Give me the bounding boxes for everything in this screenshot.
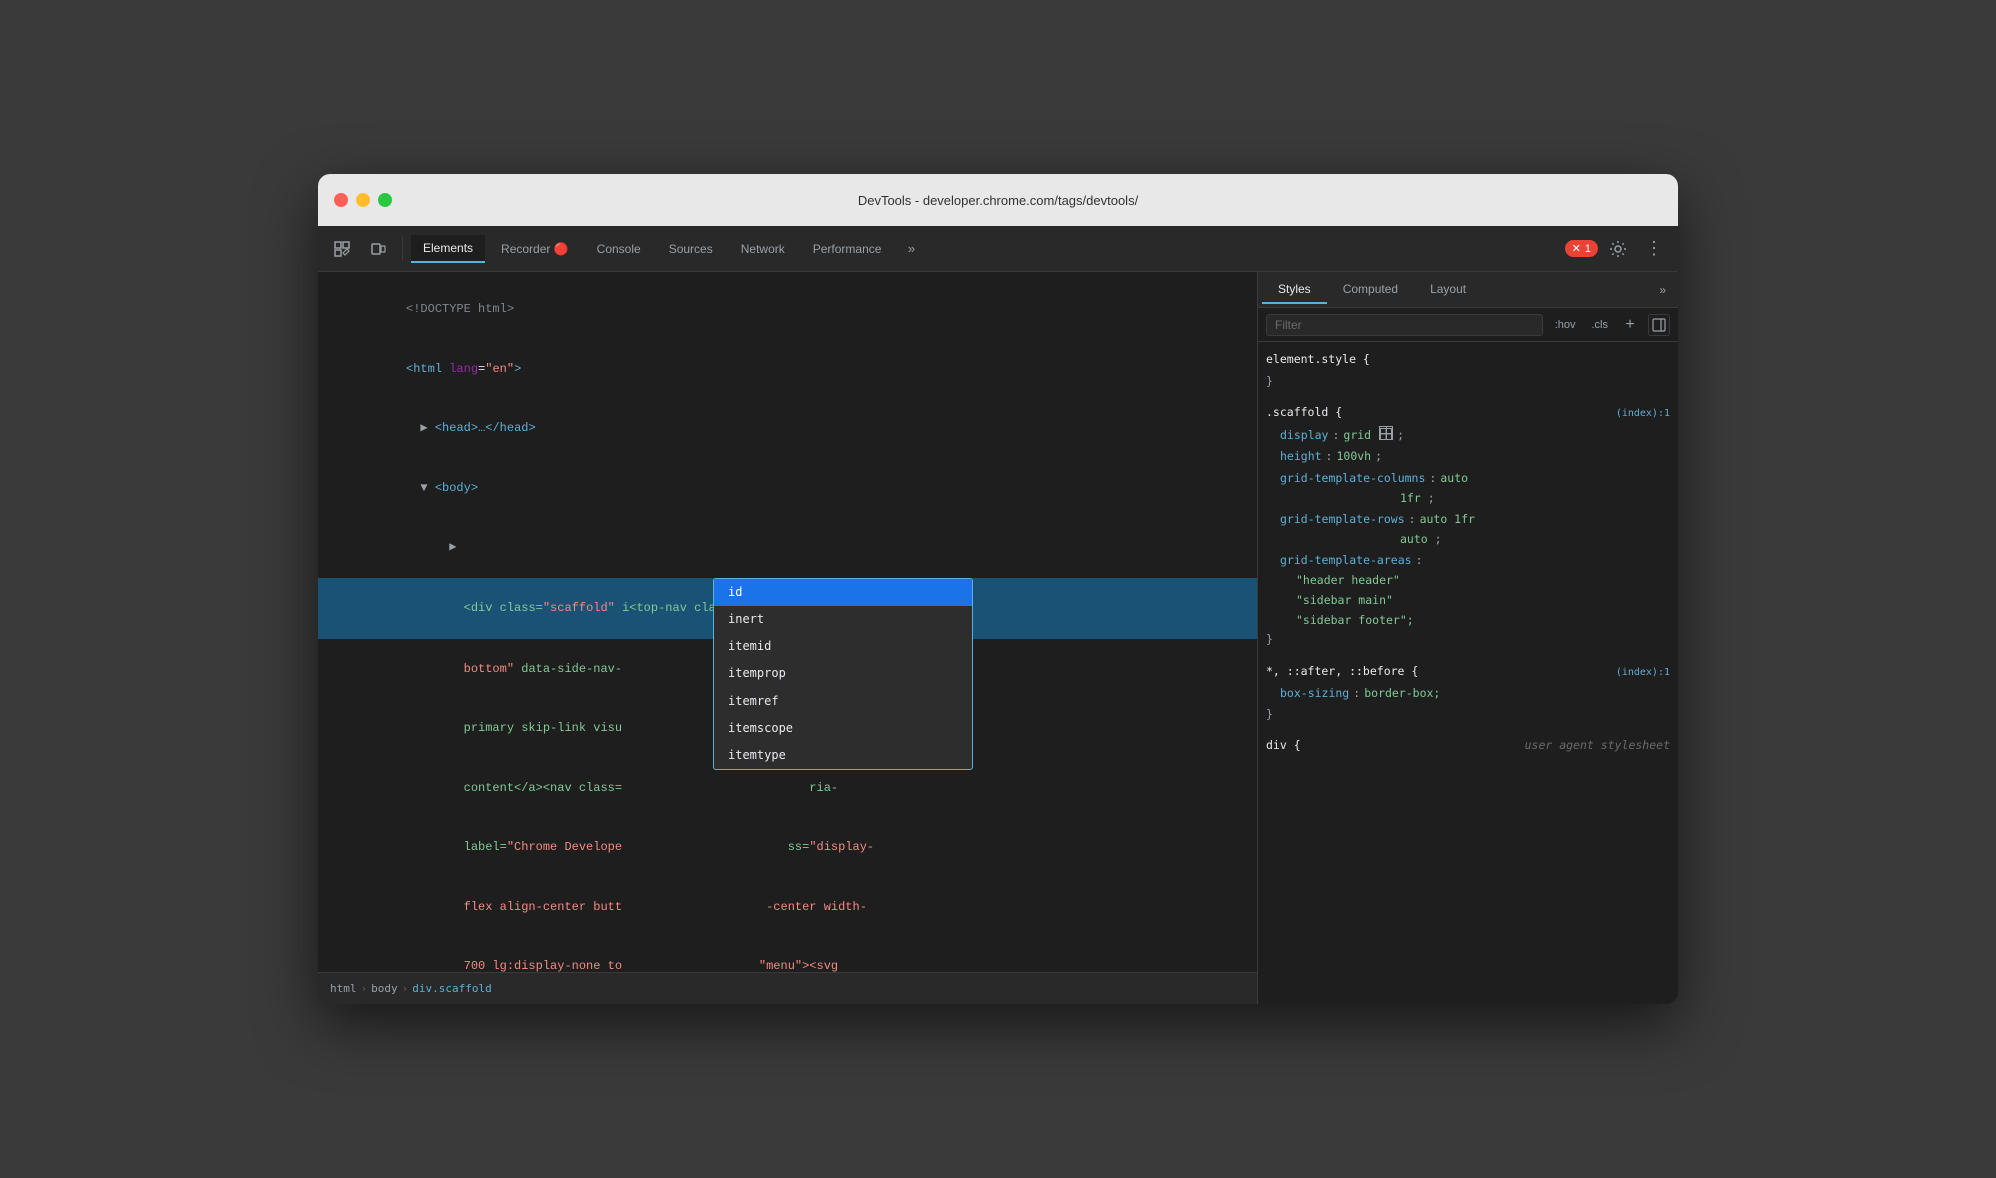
styles-content: element.style { } .scaffold { (index):1 … xyxy=(1258,342,1678,1004)
toggle-sidebar-button[interactable] xyxy=(1648,314,1670,336)
error-badge[interactable]: ✕ 1 xyxy=(1565,240,1598,257)
styles-filter-bar: :hov .cls + xyxy=(1258,308,1678,342)
tab-performance[interactable]: Performance xyxy=(801,236,894,262)
style-rule-universal: *, ::after, ::before { (index):1 box-siz… xyxy=(1266,662,1670,725)
dom-line: ▼ <body> xyxy=(318,459,1257,519)
autocomplete-container: <div class="scaffold" i<top-nav class="d… xyxy=(318,578,1257,640)
style-rule-element: element.style { } xyxy=(1266,350,1670,391)
elements-panel: <!DOCTYPE html> <html lang="en"> ▶ <head… xyxy=(318,272,1258,1004)
style-selector-universal: *, ::after, ::before { (index):1 xyxy=(1266,662,1670,682)
devtools-main: <!DOCTYPE html> <html lang="en"> ▶ <head… xyxy=(318,272,1678,1004)
autocomplete-item-itemref[interactable]: itemref xyxy=(714,688,972,715)
dom-line: label="Chrome Develope ss="display- xyxy=(318,818,1257,878)
autocomplete-item-itemprop[interactable]: itemprop xyxy=(714,660,972,687)
autocomplete-item-id[interactable]: id xyxy=(714,579,972,606)
tab-computed[interactable]: Computed xyxy=(1327,276,1414,304)
style-prop-areas-val: "header header" xyxy=(1280,571,1670,591)
style-selector-scaffold: .scaffold { (index):1 xyxy=(1266,403,1670,423)
tab-recorder[interactable]: Recorder 🔴 xyxy=(489,236,581,262)
inspect-element-button[interactable] xyxy=(326,233,358,265)
breadcrumb-item-body[interactable]: body xyxy=(371,982,398,995)
tab-network[interactable]: Network xyxy=(729,236,797,262)
tab-styles[interactable]: Styles xyxy=(1262,276,1327,304)
grid-layout-icon[interactable] xyxy=(1379,426,1393,440)
style-rule-div: div { user agent stylesheet xyxy=(1266,736,1670,756)
autocomplete-item-itemid[interactable]: itemid xyxy=(714,633,972,660)
devtools-topbar: Elements Recorder 🔴 Console Sources Netw… xyxy=(318,226,1678,272)
tab-elements[interactable]: Elements xyxy=(411,235,485,263)
traffic-lights xyxy=(334,193,392,207)
autocomplete-item-itemscope[interactable]: itemscope xyxy=(714,715,972,742)
more-tabs-button[interactable]: » xyxy=(897,235,925,263)
styles-filter-input[interactable] xyxy=(1266,314,1543,336)
dom-line: <html lang="en"> xyxy=(318,340,1257,400)
window-title: DevTools - developer.chrome.com/tags/dev… xyxy=(858,193,1138,208)
hov-filter-button[interactable]: :hov xyxy=(1551,317,1580,333)
style-file-ref[interactable]: (index):1 xyxy=(1616,405,1670,422)
style-prop-display: display : grid ; xyxy=(1280,425,1670,447)
close-button[interactable] xyxy=(334,193,348,207)
dom-line: ▶ xyxy=(318,518,1257,578)
autocomplete-item-itemtype[interactable]: itemtype xyxy=(714,742,972,769)
title-bar: DevTools - developer.chrome.com/tags/dev… xyxy=(318,174,1678,226)
style-selector: element.style { xyxy=(1266,350,1670,370)
style-rule-scaffold: .scaffold { (index):1 display : grid xyxy=(1266,403,1670,650)
minimize-button[interactable] xyxy=(356,193,370,207)
elements-content[interactable]: <!DOCTYPE html> <html lang="en"> ▶ <head… xyxy=(318,272,1257,972)
dom-line: 700 lg:display-none to "menu"><svg xyxy=(318,937,1257,972)
breadcrumb-item-scaffold[interactable]: div.scaffold xyxy=(412,982,491,995)
device-toolbar-button[interactable] xyxy=(362,233,394,265)
scaffold-style-block: display : grid ; xyxy=(1266,425,1670,630)
dom-line: <!DOCTYPE html> xyxy=(318,280,1257,340)
style-selector-div: div { user agent stylesheet xyxy=(1266,736,1670,756)
tab-layout[interactable]: Layout xyxy=(1414,276,1482,304)
tab-console[interactable]: Console xyxy=(585,236,653,262)
style-prop-rows-cont: auto ; xyxy=(1280,530,1670,550)
style-prop-box-sizing: box-sizing : border-box; xyxy=(1280,683,1670,705)
style-prop-grid-template-areas: grid-template-areas : xyxy=(1280,550,1670,572)
styles-panel: Styles Computed Layout » :hov .cls + xyxy=(1258,272,1678,1004)
add-style-rule-button[interactable]: + xyxy=(1620,315,1640,335)
styles-tabs: Styles Computed Layout » xyxy=(1258,272,1678,308)
style-prop-grid-columns-cont: 1fr ; xyxy=(1280,489,1670,509)
devtools-window: DevTools - developer.chrome.com/tags/dev… xyxy=(318,174,1678,1004)
more-options-button[interactable]: ⋮ xyxy=(1638,233,1670,265)
style-prop-height: height : 100vh ; xyxy=(1280,446,1670,468)
autocomplete-item-inert[interactable]: inert xyxy=(714,606,972,633)
style-file-ref-2[interactable]: (index):1 xyxy=(1616,664,1670,681)
maximize-button[interactable] xyxy=(378,193,392,207)
more-style-tabs[interactable]: » xyxy=(1651,279,1674,301)
style-prop-grid-template-rows: grid-template-rows : auto 1fr xyxy=(1280,509,1670,531)
style-prop-areas-val3: "sidebar footer"; xyxy=(1280,611,1670,631)
autocomplete-dropdown: id inert itemid itemprop itemref itemsco… xyxy=(713,578,973,770)
dom-line: ▶ <head>…</head> xyxy=(318,399,1257,459)
breadcrumb-item-html[interactable]: html xyxy=(330,982,357,995)
settings-button[interactable] xyxy=(1602,233,1634,265)
topbar-separator xyxy=(402,237,403,261)
dom-line: flex align-center butt -center width- xyxy=(318,878,1257,938)
tab-sources[interactable]: Sources xyxy=(657,236,725,262)
breadcrumb-bar: html › body › div.scaffold xyxy=(318,972,1257,1004)
cls-filter-button[interactable]: .cls xyxy=(1588,317,1613,333)
style-prop-areas-val2: "sidebar main" xyxy=(1280,591,1670,611)
style-prop-grid-template-columns: grid-template-columns : auto xyxy=(1280,468,1670,490)
universal-style-block: box-sizing : border-box; xyxy=(1266,683,1670,705)
